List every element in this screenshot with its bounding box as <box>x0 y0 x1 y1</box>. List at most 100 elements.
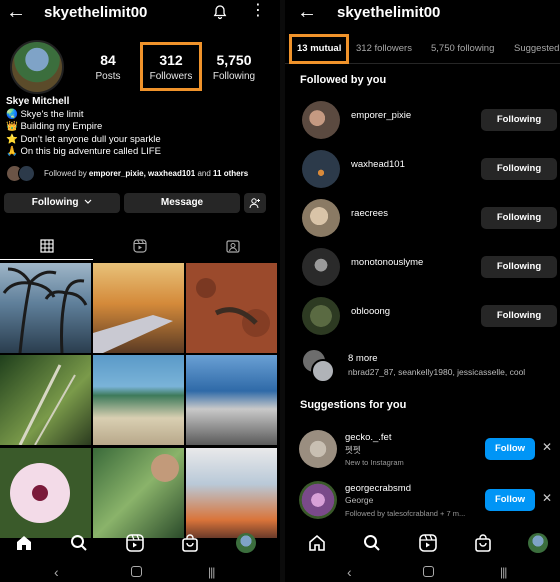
system-nav-bar: ‹ ||| <box>285 562 560 582</box>
following-button[interactable]: Following <box>4 193 120 213</box>
tab-suggested[interactable]: Suggested <box>514 43 559 54</box>
suggestion-name: George <box>345 495 374 505</box>
following-button[interactable]: Following <box>481 305 557 327</box>
post-thumbnail[interactable] <box>0 448 91 538</box>
post-thumbnail[interactable] <box>93 448 184 538</box>
back-arrow-icon[interactable]: ← <box>297 2 317 22</box>
system-recents-icon[interactable]: ||| <box>500 565 507 579</box>
tab-tagged[interactable] <box>186 232 279 260</box>
close-icon[interactable]: ✕ <box>542 440 552 454</box>
system-back-icon[interactable]: ‹ <box>347 564 352 580</box>
profile-avatar-icon[interactable] <box>528 533 548 553</box>
more-mutuals-row[interactable]: 8 more nbrad27_87, seankelly1980, jessic… <box>285 347 560 383</box>
selfie-image <box>151 454 179 482</box>
list-item[interactable]: raecrees Following <box>285 199 560 243</box>
following-button[interactable]: Following <box>481 207 557 229</box>
follow-button[interactable]: Follow <box>485 489 535 511</box>
following-button[interactable]: Following <box>481 109 557 131</box>
bio-line: 🙏 On this big adventure called LIFE <box>6 146 161 158</box>
shop-icon[interactable] <box>473 533 493 553</box>
list-item[interactable]: oblooong Following <box>285 297 560 341</box>
posts-count: 84 <box>100 52 116 68</box>
post-thumbnail[interactable] <box>186 355 277 445</box>
list-item-username[interactable]: waxhead101 <box>351 159 405 170</box>
followers-username: skyethelimit00 <box>337 4 441 21</box>
avatar[interactable] <box>302 297 340 335</box>
followers-panel: ← skyethelimit00 13 mutual 312 followers… <box>285 0 560 582</box>
tab-following[interactable]: 5,750 following <box>431 43 494 54</box>
system-recents-icon[interactable]: ||| <box>208 565 215 579</box>
system-back-icon[interactable]: ‹ <box>54 564 59 580</box>
suggestion-context: Followed by talesofcrabland + 7 m... <box>345 509 466 518</box>
more-count: 8 more <box>348 353 378 364</box>
system-home-icon[interactable] <box>423 566 434 577</box>
list-item[interactable]: waxhead101 Following <box>285 150 560 194</box>
suggestion-item[interactable]: georgecrabsmd George Followed by talesof… <box>285 481 560 523</box>
following-button[interactable]: Following <box>481 158 557 180</box>
suggestion-item[interactable]: gecko._.fet 펫펫 New to Instagram Follow ✕ <box>285 430 560 472</box>
post-thumbnail[interactable] <box>0 355 91 446</box>
profile-avatar-icon[interactable] <box>236 533 256 553</box>
mutual-avatar <box>18 165 35 182</box>
bio-line: ⭐ Don't let anyone dull your sparkle <box>6 133 161 145</box>
lizard-rocks-image <box>196 278 270 337</box>
reels-icon[interactable] <box>125 533 145 553</box>
list-item-username[interactable]: emporer_pixie <box>351 110 411 121</box>
followers-header: ← skyethelimit00 <box>285 0 560 26</box>
bell-icon[interactable] <box>212 4 228 25</box>
search-icon[interactable] <box>69 533 89 553</box>
profile-panel: ← skyethelimit00 ⋮ 84 Posts 312 Follower… <box>0 0 280 582</box>
avatar[interactable] <box>299 481 337 519</box>
tab-grid[interactable] <box>0 232 93 260</box>
shop-icon[interactable] <box>180 533 200 553</box>
suggestion-name: 펫펫 <box>345 445 361 455</box>
list-item-username[interactable]: oblooong <box>351 306 390 317</box>
add-person-button[interactable] <box>244 193 266 213</box>
suggestion-context: New to Instagram <box>345 458 404 467</box>
tab-reels[interactable] <box>93 232 186 260</box>
reels-icon[interactable] <box>418 533 438 553</box>
avatar[interactable] <box>302 199 340 237</box>
avatar[interactable] <box>299 430 337 468</box>
home-icon[interactable] <box>307 533 327 553</box>
avatar <box>311 359 335 383</box>
close-icon[interactable]: ✕ <box>542 491 552 505</box>
profile-username: skyethelimit00 <box>44 4 148 21</box>
list-item[interactable]: emporer_pixie Following <box>285 101 560 145</box>
suggestion-username[interactable]: georgecrabsmd <box>345 483 411 494</box>
more-names: nbrad27_87, seankelly1980, jessicasselle… <box>348 367 526 377</box>
search-icon[interactable] <box>362 533 382 553</box>
suggestion-username[interactable]: gecko._.fet <box>345 432 391 443</box>
more-options-icon[interactable]: ⋮ <box>250 2 266 20</box>
section-title: Suggestions for you <box>300 399 407 411</box>
avatar[interactable] <box>302 150 340 188</box>
following-stat[interactable]: 5,750 Following <box>210 52 258 82</box>
profile-header: ← skyethelimit00 ⋮ <box>0 0 280 26</box>
add-person-icon <box>249 198 260 209</box>
followed-by-row[interactable]: Followed by emporer_pixie, waxhead101 an… <box>6 164 276 184</box>
list-item-username[interactable]: raecrees <box>351 208 388 219</box>
post-thumbnail[interactable] <box>93 263 184 353</box>
following-button[interactable]: Following <box>481 256 557 278</box>
list-item[interactable]: monotonouslyme Following <box>285 248 560 292</box>
pink-flower-image <box>10 463 70 523</box>
profile-tabs <box>0 232 280 260</box>
followed-by-text: Followed by emporer_pixie, waxhead101 an… <box>44 169 249 178</box>
follow-button[interactable]: Follow <box>485 438 535 460</box>
posts-stat[interactable]: 84 Posts <box>90 52 126 82</box>
profile-avatar[interactable] <box>10 40 64 94</box>
avatar[interactable] <box>302 248 340 286</box>
tab-followers[interactable]: 312 followers <box>356 43 412 54</box>
post-thumbnail[interactable] <box>0 263 91 354</box>
post-thumbnail[interactable] <box>186 448 277 538</box>
back-arrow-icon[interactable]: ← <box>6 2 26 22</box>
reels-icon <box>132 239 147 253</box>
followers-highlight-box <box>140 42 202 91</box>
post-thumbnail[interactable] <box>186 263 277 353</box>
message-button[interactable]: Message <box>124 193 240 213</box>
avatar[interactable] <box>302 101 340 139</box>
home-icon[interactable] <box>14 533 34 553</box>
post-thumbnail[interactable] <box>93 355 184 445</box>
list-item-username[interactable]: monotonouslyme <box>351 257 423 268</box>
system-home-icon[interactable] <box>131 566 142 577</box>
